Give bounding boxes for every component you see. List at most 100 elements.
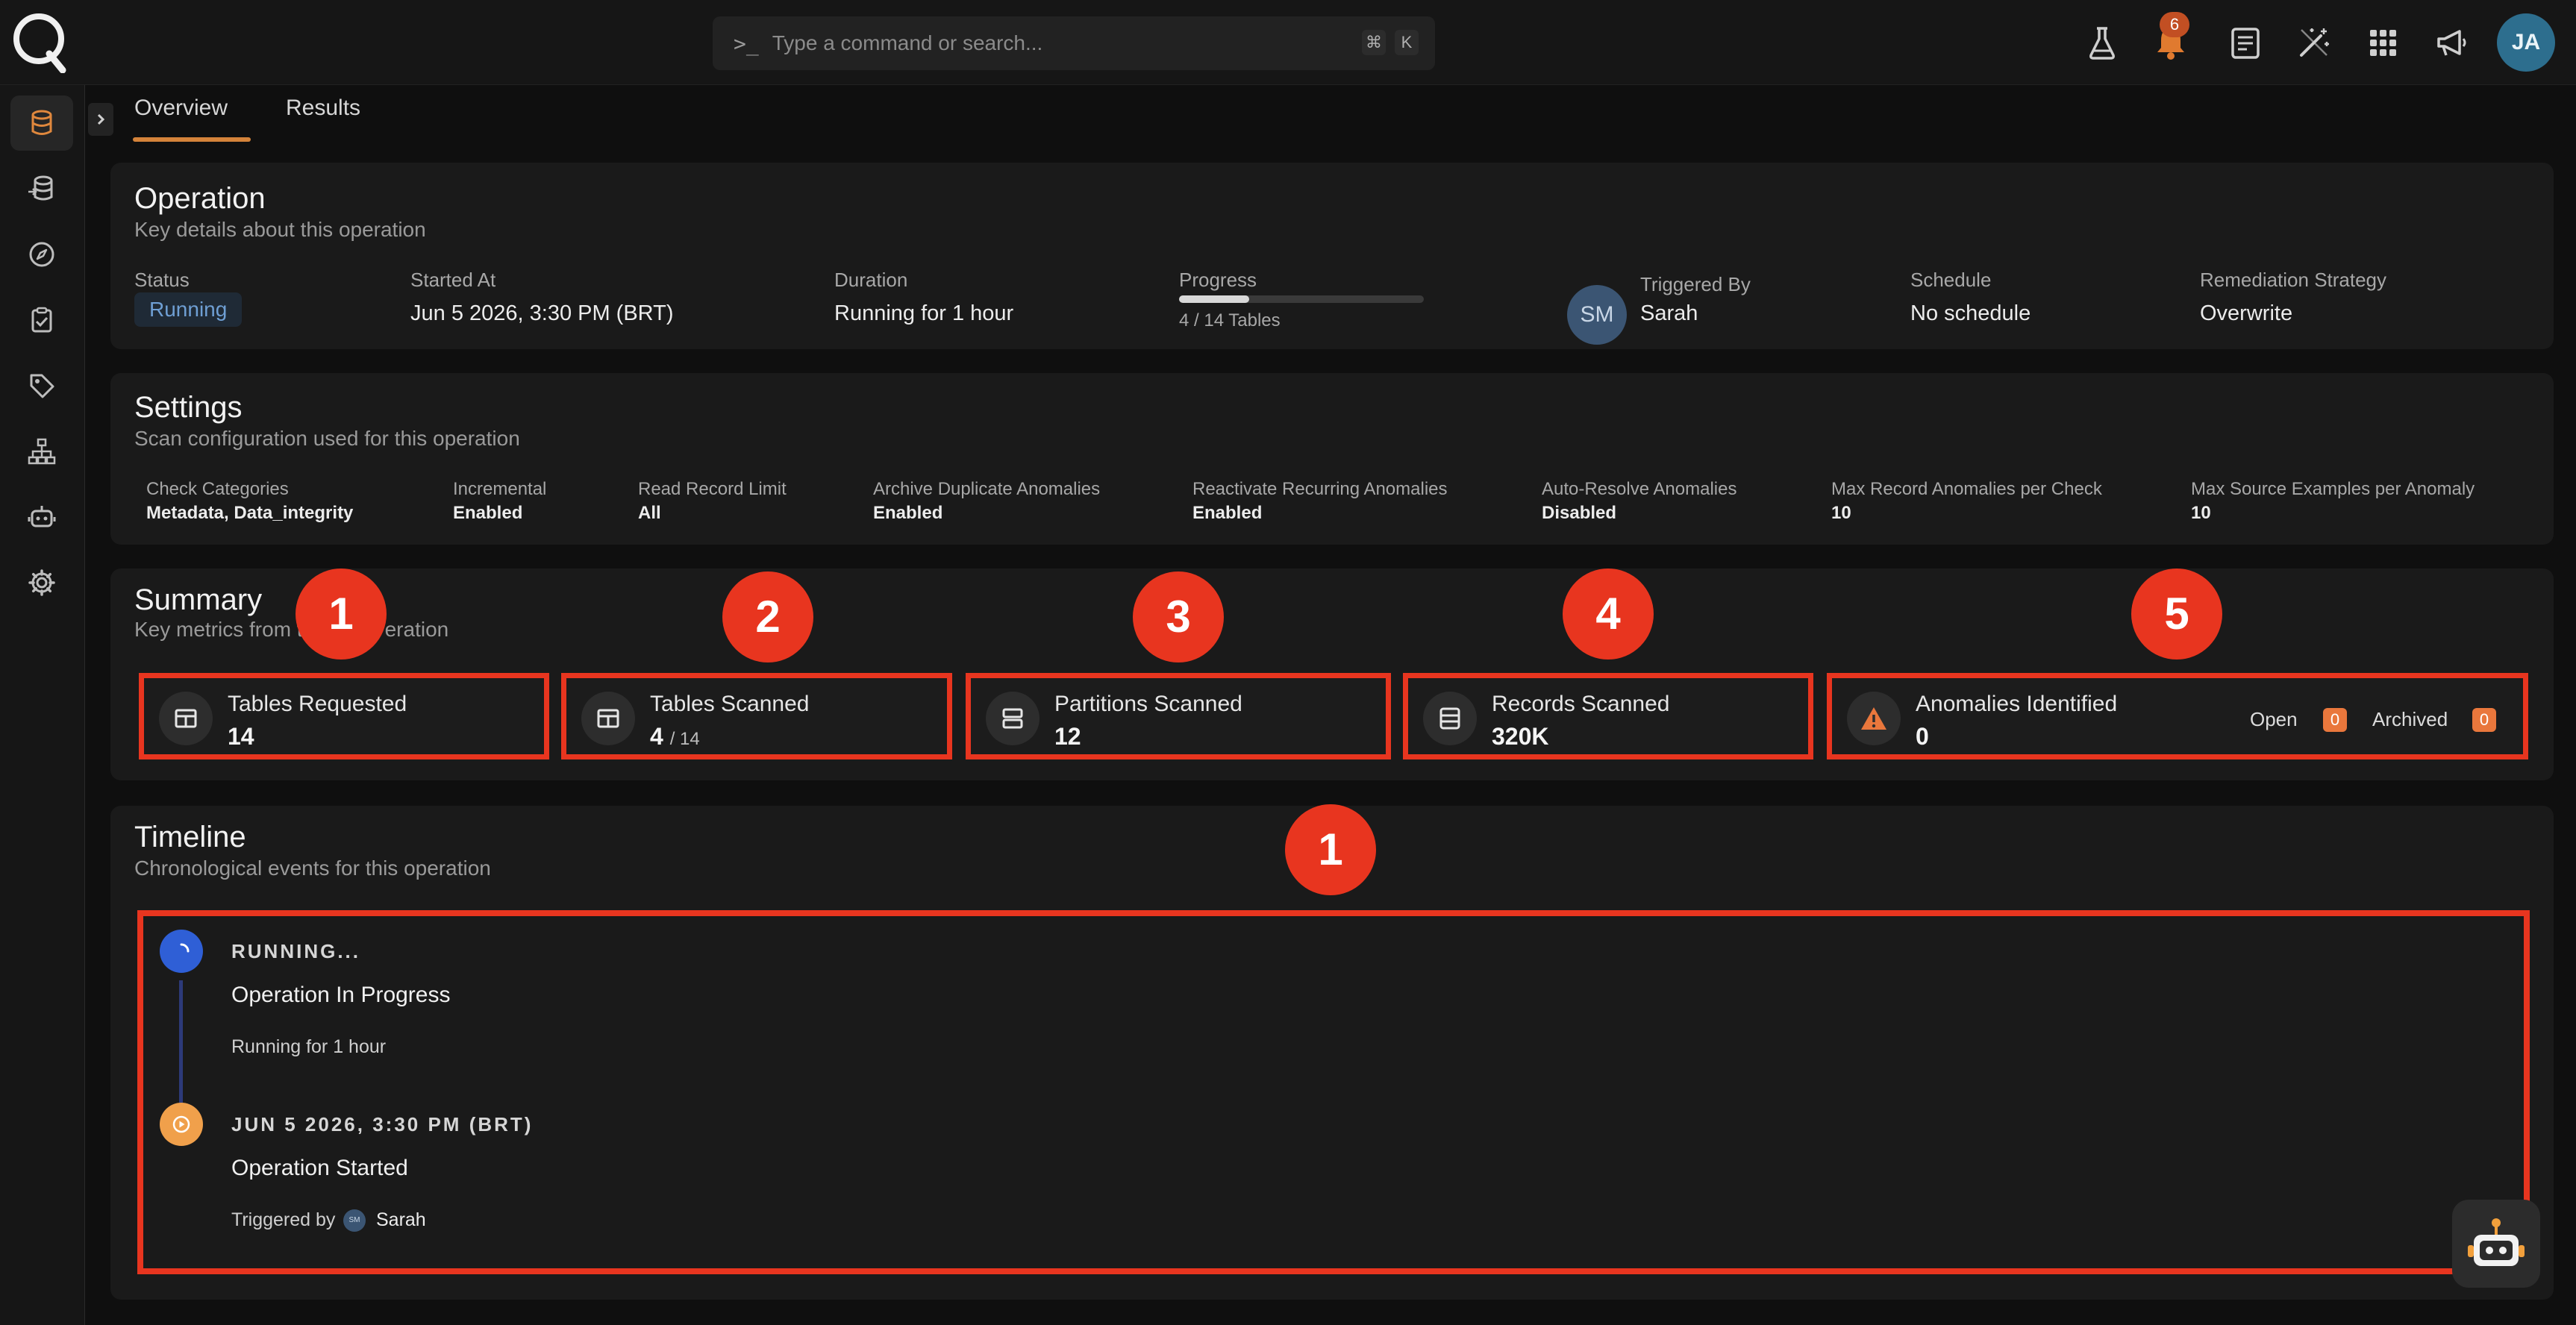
sidebar-item-datastores[interactable] xyxy=(10,95,73,151)
setting-label: Max Record Anomalies per Check xyxy=(1831,479,2102,499)
timeline-subtitle: Chronological events for this operation xyxy=(134,856,491,880)
duration-label: Duration xyxy=(834,269,908,291)
setting-label: Archive Duplicate Anomalies xyxy=(873,479,1101,499)
notification-badge: 6 xyxy=(2160,12,2189,37)
metric-value: 0 xyxy=(1916,723,1929,750)
sidebar-item-enrichment[interactable] xyxy=(10,161,73,216)
triggered-by-avatar: SM xyxy=(1567,285,1627,345)
sidebar-item-flows[interactable] xyxy=(10,424,73,479)
setting-label: Auto-Resolve Anomalies xyxy=(1542,479,1737,499)
annotation-callout: 4 xyxy=(1563,568,1654,660)
compass-icon xyxy=(29,242,54,267)
timeline-highlight xyxy=(137,910,2530,1274)
settings-subtitle: Scan configuration used for this operati… xyxy=(134,427,520,450)
database-flow-icon xyxy=(28,175,53,201)
setting-value: 10 xyxy=(1831,503,1851,523)
setting-label: Reactivate Recurring Anomalies xyxy=(1192,479,1448,499)
robot-assistant-icon xyxy=(2468,1218,2525,1266)
status-label: Status xyxy=(134,269,190,291)
event-title: Operation In Progress xyxy=(231,983,451,1007)
metric-label: Tables Scanned xyxy=(650,692,810,716)
open-anomalies-label[interactable]: Open xyxy=(2250,708,2298,731)
metric-value: 12 xyxy=(1054,723,1081,750)
shortcut-key-k: K xyxy=(1395,30,1419,55)
metric-label: Partitions Scanned xyxy=(1054,692,1242,716)
shortcut-key-cmd: ⌘ xyxy=(1362,30,1386,55)
flask-icon[interactable] xyxy=(2082,22,2122,63)
archived-anomalies-label[interactable]: Archived xyxy=(2372,708,2448,731)
tab-results[interactable]: Results xyxy=(286,95,360,121)
metric-partitions-scanned: Partitions Scanned 12 xyxy=(966,673,1391,759)
megaphone-icon[interactable] xyxy=(2431,22,2472,63)
event-meta: Running for 1 hour xyxy=(231,1036,387,1057)
metric-value: 320K xyxy=(1492,723,1549,750)
schedule-label: Schedule xyxy=(1910,269,1992,291)
active-tab-indicator xyxy=(133,137,251,142)
metric-records-scanned: Records Scanned 320K xyxy=(1403,673,1813,759)
setting-value: Disabled xyxy=(1542,503,1617,523)
started-at-label: Started At xyxy=(410,269,496,291)
timeline-connector xyxy=(179,980,183,1103)
annotation-callout: 5 xyxy=(2131,568,2222,660)
progress-bar xyxy=(1179,295,1424,303)
archived-anomalies-count[interactable]: 0 xyxy=(2472,708,2496,732)
progress-bar-fill xyxy=(1179,295,1249,303)
search-placeholder: Type a command or search... xyxy=(772,31,1043,54)
event-date-text: JUN 5 2026, 3:30 PM (BRT) xyxy=(231,1113,534,1136)
spinner-icon xyxy=(180,943,190,953)
started-at-value: Jun 5 2026, 3:30 PM (BRT) xyxy=(410,301,674,325)
user-avatar[interactable]: JA xyxy=(2497,13,2555,72)
sidebar-item-tags[interactable] xyxy=(10,358,73,413)
triggered-user-name: Sarah xyxy=(376,1209,426,1230)
annotation-callout: 1 xyxy=(1285,804,1376,895)
remediation-strategy-label: Remediation Strategy xyxy=(2200,269,2387,291)
clipboard-check-icon xyxy=(31,307,52,333)
triggered-by-value: Sarah xyxy=(1640,301,1698,325)
play-icon xyxy=(172,1115,190,1133)
sidebar-item-agents[interactable] xyxy=(10,489,73,545)
event-meta-prefix: Triggered by xyxy=(231,1209,336,1230)
annotation-callout: 2 xyxy=(722,571,813,662)
progress-text: 4 / 14 Tables xyxy=(1179,310,1281,331)
magic-wand-icon[interactable] xyxy=(2294,22,2334,63)
metric-label: Anomalies Identified xyxy=(1916,692,2118,716)
running-status-dot xyxy=(160,930,203,973)
sidebar-item-explore[interactable] xyxy=(10,227,73,282)
records-icon xyxy=(1423,692,1477,745)
sidebar-item-settings[interactable] xyxy=(10,555,73,610)
setting-value: Enabled xyxy=(1192,503,1263,523)
event-title: Operation Started xyxy=(231,1156,408,1180)
settings-card: Settings Scan configuration used for thi… xyxy=(110,373,2554,545)
apps-grid-icon[interactable] xyxy=(2363,22,2403,63)
annotation-callout: 3 xyxy=(1133,571,1224,662)
tab-overview[interactable]: Overview xyxy=(134,95,228,121)
remediation-strategy-value: Overwrite xyxy=(2200,301,2293,325)
assistant-bot-button[interactable] xyxy=(2452,1200,2540,1288)
app-logo[interactable] xyxy=(10,10,69,73)
triggered-user-avatar: SM xyxy=(343,1209,366,1232)
terminal-icon: >_ xyxy=(734,31,759,56)
operation-subtitle: Key details about this operation xyxy=(134,218,426,241)
setting-value: 10 xyxy=(2191,503,2211,523)
sidebar-item-checks[interactable] xyxy=(10,292,73,348)
setting-label: Read Record Limit xyxy=(638,479,787,499)
metric-tables-requested: Tables Requested 14 xyxy=(139,673,549,759)
summary-title: Summary xyxy=(134,583,263,616)
progress-label: Progress xyxy=(1179,269,1257,291)
hierarchy-icon xyxy=(28,438,56,465)
settings-title: Settings xyxy=(134,391,243,424)
sidebar-collapse-button[interactable] xyxy=(88,103,113,136)
top-bar: >_ Type a command or search... ⌘ K 6 JA xyxy=(0,0,2576,85)
metric-value: 4 / 14 xyxy=(650,723,700,750)
metric-value: 14 xyxy=(228,723,254,750)
status-badge: Running xyxy=(134,292,243,327)
command-search-bar[interactable]: >_ Type a command or search... ⌘ K xyxy=(713,16,1435,70)
triggered-by-label: Triggered By xyxy=(1640,273,1751,295)
tag-icon xyxy=(30,374,54,398)
event-status-text: RUNNING... xyxy=(231,940,360,962)
open-anomalies-count[interactable]: 0 xyxy=(2323,708,2347,732)
document-icon[interactable] xyxy=(2225,22,2266,63)
operation-title: Operation xyxy=(134,182,266,215)
robot-icon xyxy=(28,506,56,527)
metric-anomalies-identified: Anomalies Identified 0 Open 0 Archived 0 xyxy=(1827,673,2528,759)
